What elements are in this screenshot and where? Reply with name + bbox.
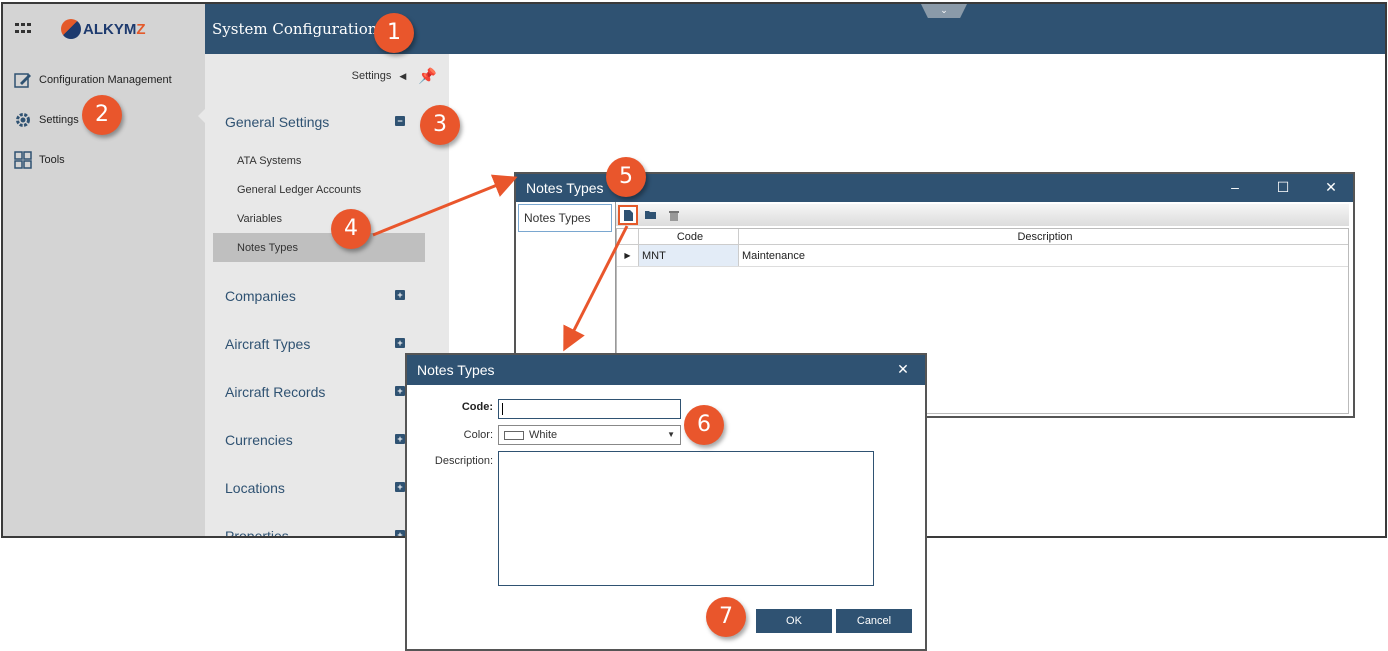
description-label: Description: [434,455,493,467]
row-selector-header [617,229,639,244]
tools-icon [13,150,33,170]
left-sidebar: ALKYM Z Configuration Management Setting… [3,4,206,536]
nav-tools[interactable]: Tools [3,140,205,180]
close-icon[interactable]: ✕ [1317,174,1345,202]
edit-icon [13,70,33,90]
sub-item-variables[interactable]: Variables [205,204,449,233]
page-title: System Configuration [212,20,378,38]
callout-3: 3 [420,105,460,145]
color-swatch [504,430,524,440]
callout-1: 1 [374,13,414,53]
group-label: Aircraft Types [225,336,311,352]
settings-panel-header: Settings ◀ 📌 [205,54,449,98]
collapse-icon[interactable]: − [395,116,405,126]
apps-grid-icon[interactable] [15,23,31,35]
expand-icon[interactable]: + [395,290,405,300]
nav-label: Settings [39,114,79,126]
group-label: Locations [225,480,285,496]
group-label: Companies [225,288,296,304]
color-select[interactable]: White ▼ [498,425,681,445]
color-value: White [529,429,558,441]
expand-icon[interactable]: + [395,530,405,536]
row-indicator-icon: ▶ [617,245,639,266]
notes-type-dialog: Notes Types ✕ Code: Color: White ▼ Descr… [405,353,927,651]
sub-item-ata-systems[interactable]: ATA Systems [205,146,449,175]
logo-row: ALKYM Z [3,4,205,54]
logo-text: ALKYM [83,20,137,38]
ok-button[interactable]: OK [756,609,832,633]
cell-description[interactable]: Maintenance [739,245,1348,266]
table-row[interactable]: ▶ MNT Maintenance [617,245,1348,267]
callout-6: 6 [684,405,724,445]
collapse-panel-icon[interactable]: ◀ [399,71,406,82]
settings-panel-title: Settings [351,70,392,82]
cell-code[interactable]: MNT [639,245,739,266]
logo-z: Z [136,20,146,38]
open-folder-icon[interactable] [641,205,661,225]
callout-5: 5 [606,157,646,197]
expand-icon[interactable]: + [395,434,405,444]
nav-configuration-management[interactable]: Configuration Management [3,60,205,100]
expand-icon[interactable]: + [395,338,405,348]
dialog-title: Notes Types [417,362,495,378]
chevron-down-icon[interactable]: ▼ [667,430,675,439]
group-label: Currencies [225,432,293,448]
nav-label: Tools [39,154,65,166]
group-label: General Settings [225,114,330,130]
dialog-titlebar: Notes Types ✕ [407,355,925,385]
window-title: Notes Types [526,180,604,196]
description-textarea[interactable] [498,451,874,586]
cancel-button[interactable]: Cancel [836,609,912,633]
group-label: Properties [225,528,289,538]
logo-swoosh-icon [61,19,81,39]
code-input[interactable] [498,399,681,419]
pin-icon[interactable]: 📌 [418,67,437,85]
close-icon[interactable]: ✕ [889,356,917,384]
column-header-code[interactable]: Code [639,229,739,244]
nav-label: Configuration Management [39,74,172,86]
gear-icon [13,110,33,130]
callout-2: 2 [82,95,122,135]
grid-header: Code Description [617,229,1348,245]
expand-icon[interactable]: + [395,482,405,492]
color-label: Color: [463,429,493,441]
tab-notes-types[interactable]: Notes Types [518,204,612,232]
group-companies[interactable]: Companies + [205,272,449,320]
collapse-header-button[interactable]: ⌄ [921,4,967,18]
maximize-icon[interactable]: ☐ [1269,174,1297,202]
code-label: Code: [461,401,493,413]
grid-toolbar [616,204,1349,226]
text-cursor [502,403,503,415]
column-header-description[interactable]: Description [739,229,1348,244]
callout-7: 7 [706,597,746,637]
sub-item-general-ledger-accounts[interactable]: General Ledger Accounts [205,175,449,204]
delete-icon[interactable] [664,205,684,225]
alkymz-logo: ALKYM Z [61,19,146,39]
new-record-icon[interactable] [618,205,638,225]
minimize-icon[interactable]: – [1221,174,1249,202]
expand-icon[interactable]: + [395,386,405,396]
sub-item-notes-types[interactable]: Notes Types [213,233,425,262]
group-general-settings[interactable]: General Settings − [205,98,449,146]
group-label: Aircraft Records [225,384,326,400]
callout-4: 4 [331,209,371,249]
